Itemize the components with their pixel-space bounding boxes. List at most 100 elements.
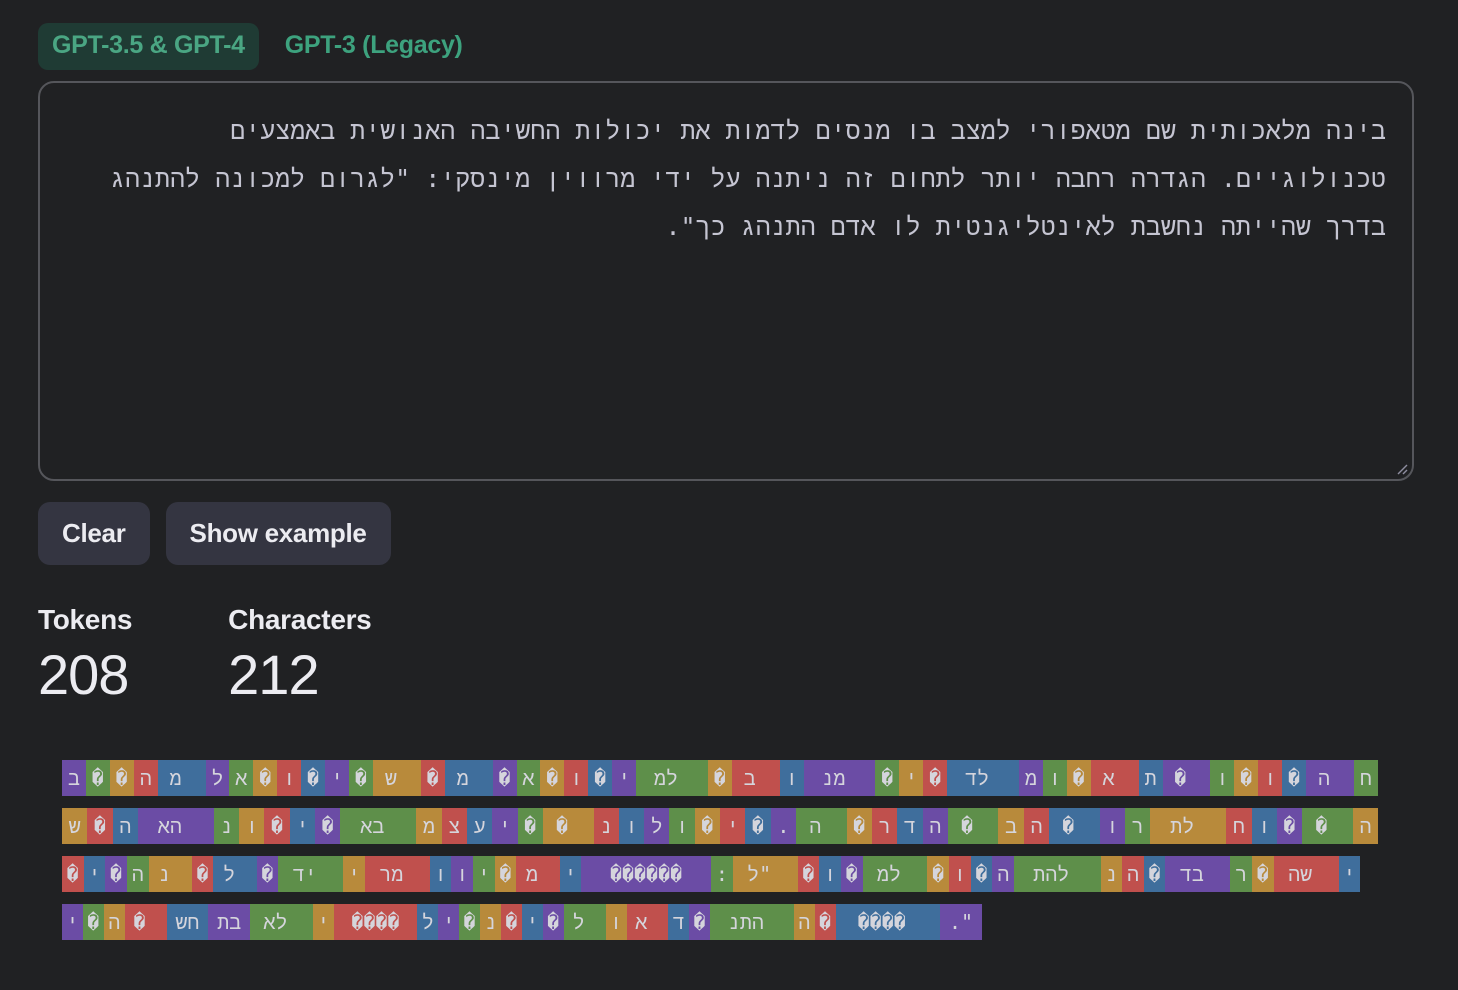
token-chip: � <box>970 856 993 892</box>
token-chip: ל <box>205 760 230 796</box>
token-chip: מ <box>157 760 206 796</box>
token-chip: מ <box>1018 760 1043 796</box>
token-chip: � <box>191 856 214 892</box>
token-chip: � <box>797 856 820 892</box>
token-chip: י <box>521 904 543 940</box>
input-text[interactable]: בינה מלאכותית שם מטאפורי למצב בו מנסים ל… <box>66 107 1386 455</box>
token-chip: מ <box>444 760 493 796</box>
tokens-stat: Tokens 208 <box>38 604 132 707</box>
text-input-area[interactable]: בינה מלאכותית שם מטאפורי למצב בו מנסים ל… <box>38 81 1414 481</box>
token-chip: יד <box>278 856 344 892</box>
token-chip: חש <box>166 904 209 940</box>
token-chip: י <box>1338 856 1360 892</box>
show-example-button[interactable]: Show example <box>165 502 391 565</box>
token-chip: � <box>923 760 948 796</box>
token-chip: ה <box>1306 760 1354 796</box>
token-chip: נ <box>1100 856 1123 892</box>
token-chip: � <box>814 904 836 940</box>
token-chip: ב <box>998 808 1024 844</box>
token-chip: � <box>689 904 711 940</box>
token-chip: � <box>87 808 113 844</box>
token-chip: � <box>947 808 999 844</box>
token-chip: ו <box>1258 760 1283 796</box>
token-chip: ה <box>793 904 815 940</box>
token-chip: י <box>438 904 460 940</box>
token-chip: ������ <box>581 856 712 892</box>
token-chip: התנ <box>710 904 794 940</box>
token-chip: א <box>1090 760 1139 796</box>
characters-stat: Characters 212 <box>228 604 372 707</box>
token-chip: � <box>694 808 721 844</box>
token-chip: ו <box>779 760 804 796</box>
token-chip: ב <box>62 760 86 796</box>
token-chip: � <box>62 856 84 892</box>
token-chip: צ <box>441 808 467 844</box>
token-chip: נ <box>480 904 502 940</box>
token-chip: י <box>343 856 365 892</box>
token-line: � י � ה נ � ל � יד י מר ו ו י � מ י ������: "ל � ו � למ… <box>62 856 1360 892</box>
resize-handle-icon[interactable] <box>1396 463 1408 475</box>
clear-button[interactable]: Clear <box>38 502 150 565</box>
characters-count: 212 <box>228 643 319 706</box>
tokens-label: Tokens <box>38 604 133 635</box>
token-chip: � <box>349 760 373 796</box>
token-chip: � <box>745 808 771 844</box>
token-chip: � <box>85 760 110 796</box>
token-chip: לא <box>250 904 313 940</box>
token-chip: נ <box>213 808 240 844</box>
token-chip: ו <box>1210 760 1235 796</box>
token-chip: ו <box>605 904 627 940</box>
token-chip: ה <box>922 808 948 844</box>
token-chip: ו <box>949 856 971 892</box>
token-chip: � <box>1252 856 1274 892</box>
token-chip: � <box>875 760 900 796</box>
token-chip: ה <box>796 808 847 844</box>
token-chip: � <box>1234 760 1259 796</box>
token-chip: מר <box>364 856 430 892</box>
token-chip: � <box>264 808 290 844</box>
token-chip: ה <box>1023 808 1050 844</box>
token-chip: י <box>473 856 495 892</box>
token-chip: � <box>846 808 872 844</box>
token-chip: � <box>707 760 732 796</box>
token-chip: � <box>927 856 950 892</box>
token-chip: י <box>720 808 746 844</box>
token-chip: ". <box>940 904 982 940</box>
token-chip: י <box>559 856 582 892</box>
token-chip: ה <box>126 856 149 892</box>
token-line: י � ה � חש בת לא י ���� ל י � נ � י � לו א ד � התנ ה � ��… <box>62 904 982 940</box>
token-chip: ה <box>1352 808 1378 844</box>
token-chip: י <box>62 904 83 940</box>
token-chip: � <box>253 760 278 796</box>
characters-label: Characters <box>228 604 372 635</box>
token-chip: � <box>256 856 279 892</box>
token-chip: י <box>83 856 106 892</box>
token-chip: ו <box>429 856 452 892</box>
token-line: ש � ה הא נ ו � י � בא מ צ ע י � � נ ו ל ו � י �. ה � ר ד ה � ב ה … <box>62 808 1378 844</box>
token-chip: ה <box>112 808 138 844</box>
token-chip: � <box>1066 760 1091 796</box>
token-chip: הא <box>137 808 214 844</box>
token-chip: בד <box>1165 856 1231 892</box>
token-chip: נ <box>148 856 192 892</box>
token-chip: ח <box>1226 808 1252 844</box>
token-chip: ו <box>1042 760 1067 796</box>
token-chip: לת <box>1150 808 1227 844</box>
token-chip: ו <box>819 856 841 892</box>
token-chip: להת <box>1014 856 1101 892</box>
token-chip: י <box>899 760 924 796</box>
token-chip: בא <box>340 808 417 844</box>
token-chip: ו <box>239 808 265 844</box>
tab-gpt35-gpt4[interactable]: GPT-3.5 & GPT-4 <box>38 23 259 70</box>
tab-gpt3-legacy[interactable]: GPT-3 (Legacy) <box>271 23 477 70</box>
token-chip: � <box>109 760 134 796</box>
tokens-count: 208 <box>38 643 129 706</box>
token-chip: א <box>516 760 541 796</box>
token-chip: ה <box>1122 856 1144 892</box>
token-line: ב � � ה מ ל א � ו � י � ש � מ � א � ו � י למ � בו מנ � י � לד… <box>62 760 1378 796</box>
token-chip: ו <box>451 856 474 892</box>
token-chip: ד <box>668 904 690 940</box>
token-chip: מ <box>516 856 560 892</box>
token-chip: ה <box>992 856 1015 892</box>
token-chip: ל <box>213 856 257 892</box>
